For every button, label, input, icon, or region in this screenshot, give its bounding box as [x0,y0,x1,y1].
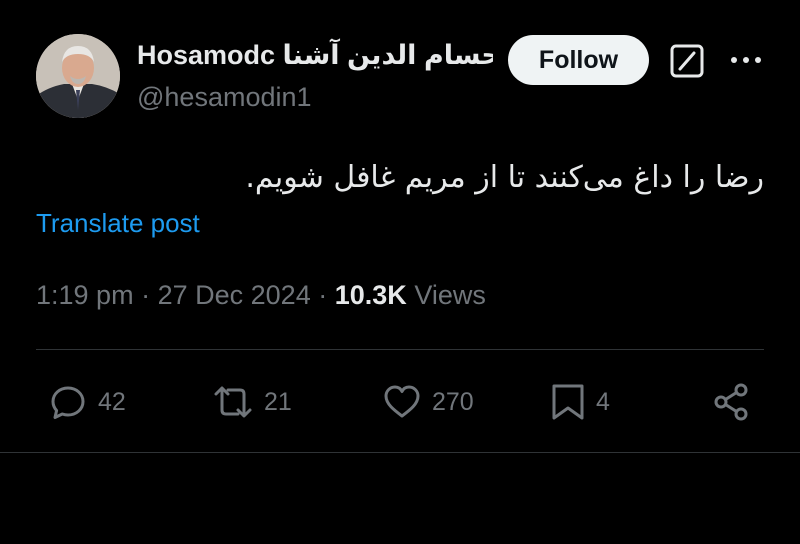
repost-count: 21 [264,387,292,416]
user-handle[interactable]: @hesamodin1 [137,80,312,114]
views-label: Views [414,280,486,310]
follow-button[interactable]: Follow [508,35,649,85]
divider [0,452,800,453]
meta-separator: · [318,280,328,310]
share-icon [710,380,762,424]
grok-icon[interactable] [669,43,705,79]
bookmark-icon [548,380,596,424]
divider [36,349,764,350]
views-count: 10.3K [334,280,407,310]
like-count: 270 [432,387,474,416]
repost-button[interactable]: 21 [210,380,292,424]
share-button[interactable] [710,380,762,424]
heart-icon [380,380,432,424]
avatar[interactable] [36,34,120,118]
reply-count: 42 [98,387,126,416]
reply-icon [46,380,98,424]
bookmark-button[interactable]: 4 [548,380,610,424]
post-meta: 1:19 pm · 27 Dec 2024 · 10.3K Views [36,277,486,313]
bookmark-count: 4 [596,387,610,416]
more-icon[interactable] [726,48,766,72]
post-text: رضا را داغ می‌کنند تا از مریم غافل شویم. [245,160,764,195]
post-time[interactable]: 1:19 pm [36,280,134,310]
repost-icon [210,380,264,424]
translate-post-link[interactable]: Translate post [36,205,200,241]
reply-button[interactable]: 42 [46,380,126,424]
post-date[interactable]: 27 Dec 2024 [158,280,311,310]
meta-separator: · [141,280,151,310]
like-button[interactable]: 270 [380,380,474,424]
display-name[interactable]: Hosamodc حسام الدين آشنا [137,38,493,72]
